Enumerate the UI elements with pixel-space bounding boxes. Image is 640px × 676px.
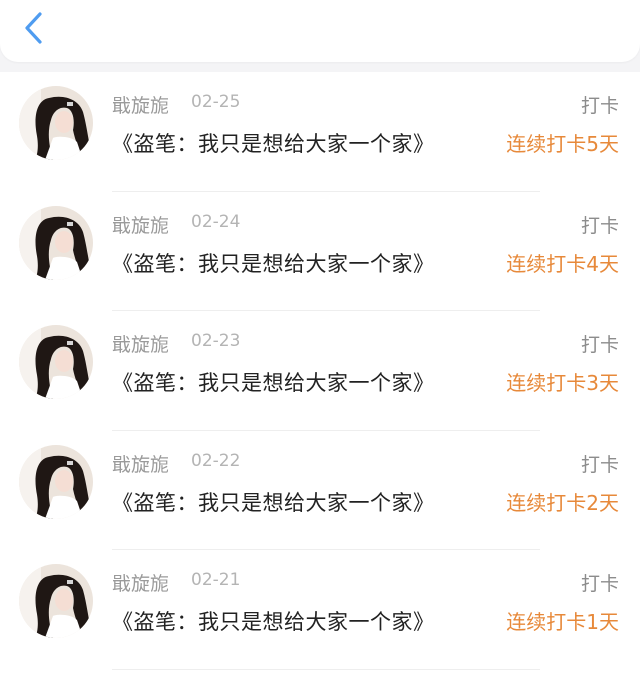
checkin-type: 打卡 [580, 214, 619, 237]
book-title[interactable]: 《盗笔：我只是想给大家一个家》 [112, 487, 435, 517]
checkin-list: 戢旋旎 02-25 打卡 《盗笔：我只是想给大家一个家》 连续打卡5天 戢旋旎 … [0, 72, 640, 676]
checkin-row[interactable]: 戢旋旎 02-22 打卡 《盗笔：我只是想给大家一个家》 连续打卡2天 [0, 431, 640, 550]
streak-label: 连续打卡5天 [506, 132, 619, 156]
checkin-row[interactable]: 戢旋旎 02-23 打卡 《盗笔：我只是想给大家一个家》 连续打卡3天 [0, 311, 640, 431]
avatar[interactable] [19, 86, 93, 160]
checkin-type: 打卡 [580, 334, 619, 356]
streak-label: 连续打卡2天 [506, 490, 619, 515]
user-name[interactable]: 戢旋旎 [112, 569, 169, 596]
checkin-row[interactable]: 戢旋旎 02-24 打卡 《盗笔：我只是想给大家一个家》 连续打卡4天 [0, 192, 640, 311]
book-title[interactable]: 《盗笔：我只是想给大家一个家》 [112, 248, 435, 278]
avatar[interactable] [19, 205, 93, 280]
back-button[interactable] [18, 8, 52, 48]
user-name[interactable]: 戢旋旎 [112, 450, 169, 477]
user-name[interactable]: 戢旋旎 [112, 211, 169, 238]
divider [112, 668, 540, 670]
checkin-type: 打卡 [580, 573, 619, 595]
checkin-type: 打卡 [580, 453, 619, 476]
book-title[interactable]: 《盗笔：我只是想给大家一个家》 [112, 128, 435, 158]
checkin-row[interactable]: 戢旋旎 02-21 打卡 《盗笔：我只是想给大家一个家》 连续打卡1天 [0, 550, 640, 670]
book-title[interactable]: 《盗笔：我只是想给大家一个家》 [112, 367, 435, 397]
book-title[interactable]: 《盗笔：我只是想给大家一个家》 [112, 606, 435, 636]
checkin-date: 02-24 [191, 211, 241, 232]
checkin-type: 打卡 [580, 95, 619, 117]
checkin-date: 02-25 [191, 92, 241, 112]
streak-label: 连续打卡1天 [506, 610, 619, 634]
checkin-date: 02-21 [191, 570, 241, 590]
top-bar [0, 0, 640, 62]
checkin-date: 02-22 [191, 450, 241, 471]
avatar[interactable] [19, 564, 93, 638]
chevron-left-icon [25, 12, 42, 44]
user-name[interactable]: 戢旋旎 [112, 91, 169, 118]
avatar[interactable] [19, 444, 93, 519]
streak-label: 连续打卡4天 [506, 251, 619, 276]
checkin-date: 02-23 [191, 331, 241, 351]
checkin-row[interactable]: 戢旋旎 02-25 打卡 《盗笔：我只是想给大家一个家》 连续打卡5天 [0, 72, 640, 192]
avatar[interactable] [19, 325, 93, 399]
streak-label: 连续打卡3天 [506, 371, 619, 395]
user-name[interactable]: 戢旋旎 [112, 330, 169, 357]
